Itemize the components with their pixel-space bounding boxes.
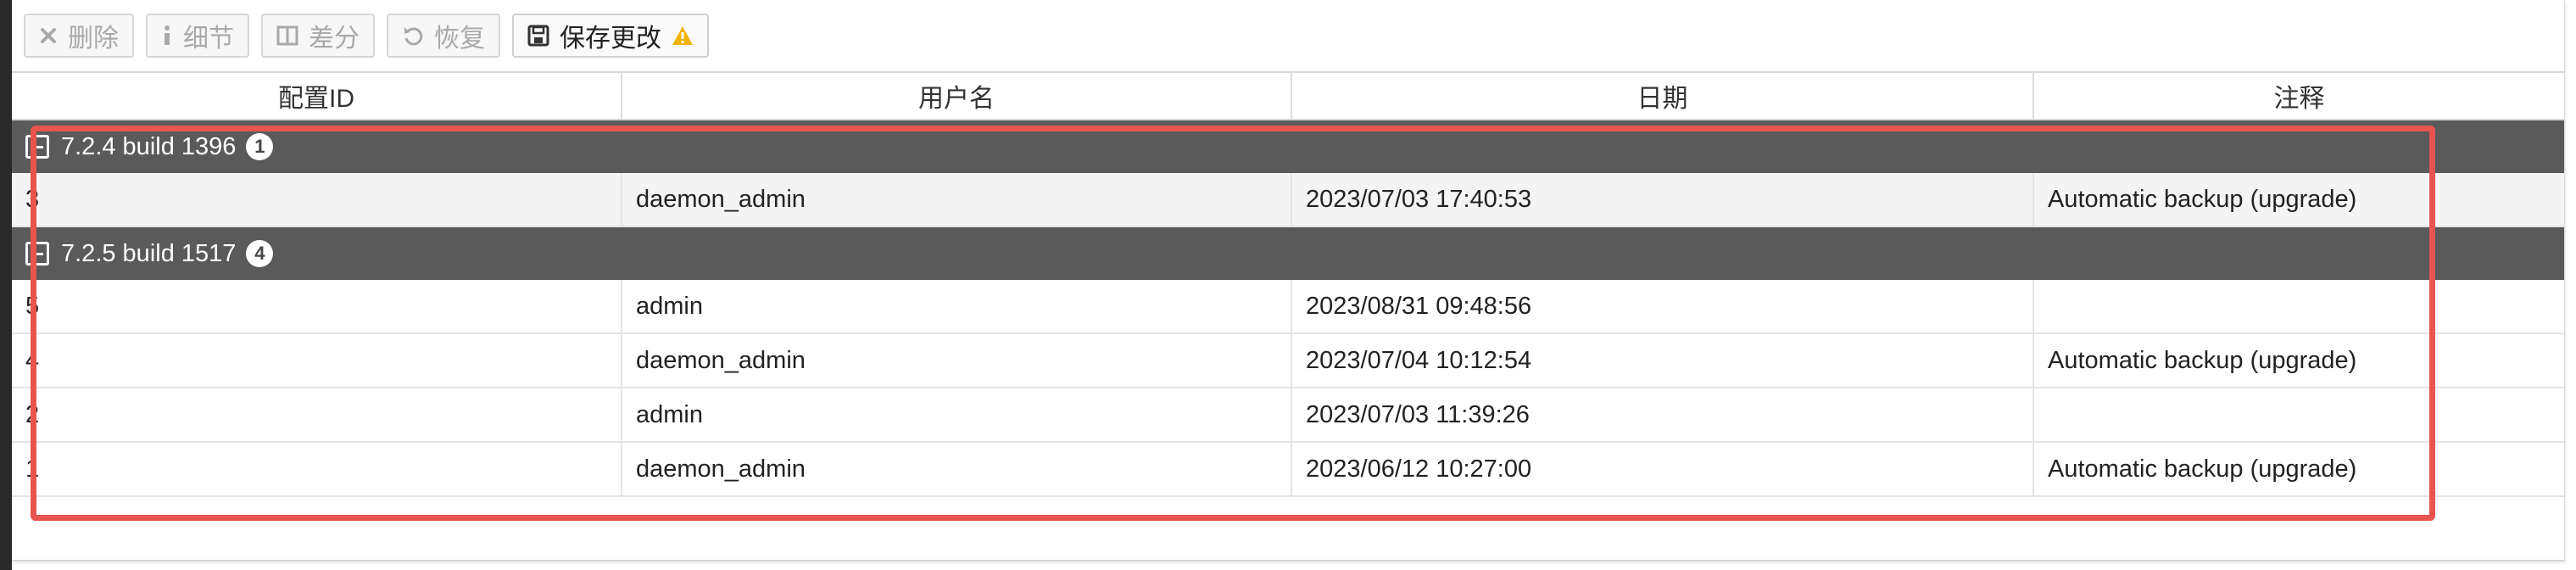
cell-config-id: 4	[12, 334, 622, 387]
cell-date: 2023/07/03 17:40:53	[1292, 173, 2034, 226]
column-header-date[interactable]: 日期	[1292, 73, 2034, 119]
collapse-icon[interactable]	[25, 242, 49, 265]
group-header-7-2-5[interactable]: 7.2.5 build 1517 4	[12, 227, 2564, 280]
cell-date: 2023/08/31 09:48:56	[1292, 280, 2034, 332]
cell-username: daemon_admin	[622, 443, 1292, 495]
toolbar: 删除 细节 差分 恢复 保存更改	[24, 12, 709, 59]
table-row[interactable]: 2 admin 2023/07/03 11:39:26	[12, 388, 2564, 443]
save-changes-label: 保存更改	[560, 25, 661, 53]
restore-label: 恢复	[434, 25, 485, 53]
group-title: 7.2.4 build 1396	[61, 132, 237, 160]
delete-label: 删除	[68, 25, 119, 53]
diff-label: 差分	[309, 25, 360, 53]
column-header-config-id[interactable]: 配置ID	[12, 73, 622, 119]
table-row[interactable]: 1 daemon_admin 2023/06/12 10:27:00 Autom…	[12, 443, 2564, 497]
cell-comment: Automatic backup (upgrade)	[2048, 455, 2357, 483]
table-header: 配置ID 用户名 日期 注释	[12, 71, 2564, 120]
window-frame-left	[0, 0, 12, 570]
cell-comment: Automatic backup (upgrade)	[2048, 346, 2357, 374]
details-button[interactable]: 细节	[146, 14, 249, 58]
cell-config-id: 2	[12, 388, 622, 441]
cell-username: admin	[622, 388, 1292, 441]
save-changes-button[interactable]: 保存更改	[512, 14, 709, 58]
cell-comment	[2034, 388, 2564, 441]
group-count-badge: 1	[246, 133, 274, 160]
table-row[interactable]: 4 daemon_admin 2023/07/04 10:12:54 Autom…	[12, 334, 2564, 388]
cell-comment: Automatic backup (upgrade)	[2048, 185, 2357, 213]
column-header-username[interactable]: 用户名	[622, 73, 1292, 119]
undo-icon	[402, 25, 424, 47]
cell-config-id: 1	[12, 443, 622, 495]
cell-date: 2023/07/03 11:39:26	[1292, 388, 2034, 441]
columns-icon	[276, 25, 298, 46]
info-icon	[161, 25, 173, 47]
cell-config-id: 3	[12, 173, 622, 226]
close-icon	[39, 26, 58, 45]
restore-button[interactable]: 恢复	[387, 14, 500, 58]
group-title: 7.2.5 build 1517	[61, 239, 237, 267]
cell-username: daemon_admin	[622, 334, 1292, 387]
group-count-badge: 4	[246, 240, 274, 267]
collapse-icon[interactable]	[25, 135, 49, 159]
column-header-comment[interactable]: 注释	[2034, 73, 2564, 119]
cell-username: daemon_admin	[622, 173, 1292, 226]
cell-comment	[2034, 280, 2564, 332]
revisions-table: 配置ID 用户名 日期 注释 7.2.4 build 1396 1 3 daem…	[12, 71, 2564, 497]
cell-date: 2023/06/12 10:27:00	[1292, 443, 2034, 495]
cell-config-id: 5	[12, 280, 622, 332]
save-icon	[527, 25, 549, 47]
group-header-7-2-4[interactable]: 7.2.4 build 1396 1	[12, 120, 2564, 173]
diff-button[interactable]: 差分	[261, 14, 375, 58]
table-row[interactable]: 5 admin 2023/08/31 09:48:56	[12, 280, 2564, 334]
table-row[interactable]: 3 daemon_admin 2023/07/03 17:40:53 Autom…	[12, 173, 2564, 227]
cell-username: admin	[622, 280, 1292, 332]
config-revisions-panel: 删除 细节 差分 恢复 保存更改 配置ID 用户名 日期 注释 7.2.4 bu…	[12, 0, 2565, 561]
cell-date: 2023/07/04 10:12:54	[1292, 334, 2034, 387]
delete-button[interactable]: 删除	[24, 14, 134, 58]
warning-icon	[672, 25, 694, 46]
details-label: 细节	[183, 25, 234, 53]
